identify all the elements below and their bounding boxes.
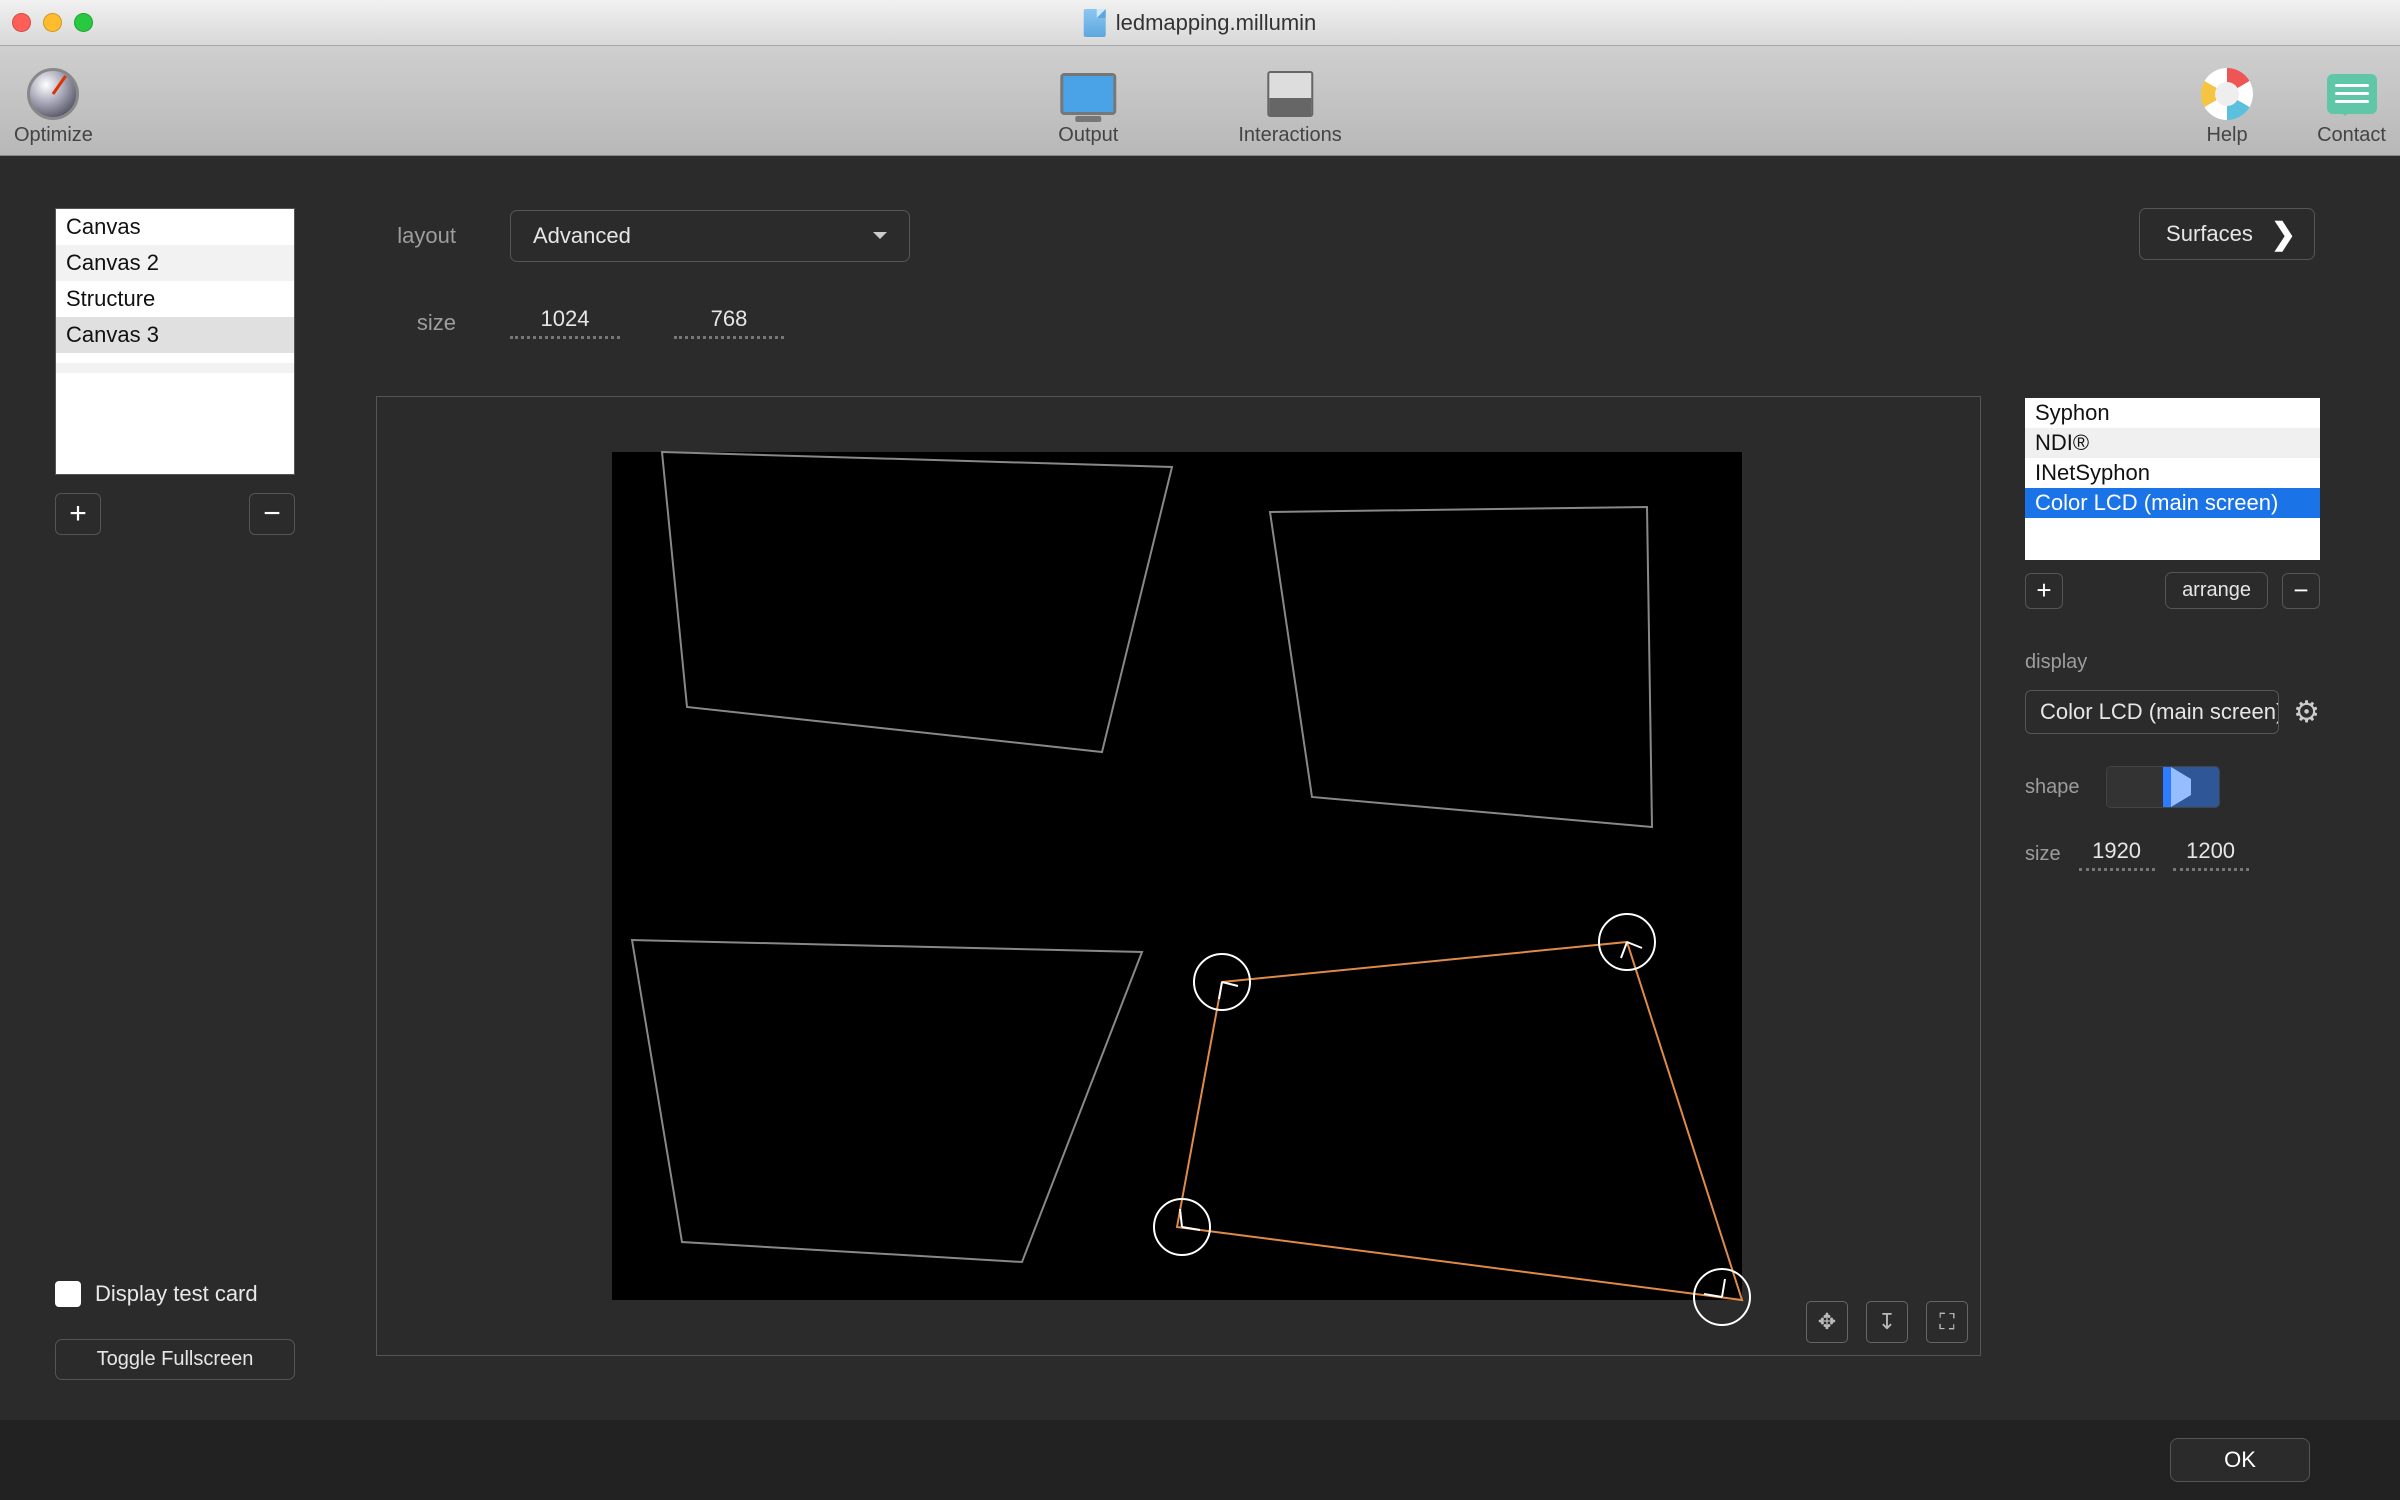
surface-shape[interactable] xyxy=(1270,507,1652,827)
canvas-list-item[interactable]: Canvas xyxy=(56,209,294,245)
canvas-height-input[interactable]: 768 xyxy=(674,306,784,339)
output-height-input[interactable]: 1200 xyxy=(2173,838,2249,871)
output-label: Output xyxy=(1058,124,1118,147)
canvas-list-empty-row xyxy=(56,363,294,373)
add-output-button[interactable]: + xyxy=(2025,573,2063,609)
left-bottom-controls: Display test card Toggle Fullscreen xyxy=(55,1281,295,1380)
move-tool-button[interactable]: ✥ xyxy=(1806,1301,1848,1343)
display-select-value: Color LCD (main screen) xyxy=(2040,699,2279,725)
interactions-button[interactable]: Interactions xyxy=(1238,68,1341,147)
zoom-window-icon[interactable] xyxy=(74,13,93,32)
output-list-item-selected[interactable]: Color LCD (main screen) xyxy=(2025,488,2320,518)
output-panel: Syphon NDI® INetSyphon Color LCD (main s… xyxy=(2025,398,2320,871)
output-list-item[interactable]: INetSyphon xyxy=(2025,458,2320,488)
canvas-sidebar: Canvas Canvas 2 Structure Canvas 3 + − xyxy=(55,208,295,535)
shape-rect-option[interactable] xyxy=(2107,767,2163,807)
canvas-list-item[interactable]: Structure xyxy=(56,281,294,317)
output-button[interactable]: Output xyxy=(1058,68,1118,147)
document-title-area: ledmapping.millumin xyxy=(1084,9,1317,37)
corners-icon: ⛶ xyxy=(1939,1309,1954,1335)
chevron-down-icon xyxy=(873,232,887,246)
canvas-list-item[interactable]: Canvas 2 xyxy=(56,245,294,281)
display-test-card-label: Display test card xyxy=(95,1281,258,1307)
gear-icon[interactable]: ⚙ xyxy=(2293,695,2320,730)
surface-shape[interactable] xyxy=(662,452,1172,752)
size-label: size xyxy=(376,310,456,336)
minimize-window-icon[interactable] xyxy=(43,13,62,32)
canvas-list[interactable]: Canvas Canvas 2 Structure Canvas 3 xyxy=(55,208,295,475)
output-list-item[interactable]: NDI® xyxy=(2025,428,2320,458)
shape-custom-option[interactable] xyxy=(2163,767,2219,807)
window-titlebar: ledmapping.millumin xyxy=(0,0,2400,46)
output-size-label: size xyxy=(2025,843,2061,866)
speech-bubble-icon xyxy=(2327,74,2377,114)
shape-label: shape xyxy=(2025,776,2080,799)
checkbox-icon xyxy=(55,1281,81,1307)
align-bottom-icon: ↧ xyxy=(1878,1309,1896,1335)
fullscreen-tool-button[interactable]: ⛶ xyxy=(1926,1301,1968,1343)
canvas-viewport: ✥ ↧ ⛶ xyxy=(376,396,1981,1356)
move-icon: ✥ xyxy=(1818,1309,1836,1335)
close-window-icon[interactable] xyxy=(12,13,31,32)
optimize-label: Optimize xyxy=(14,124,93,147)
corner-dir-icon xyxy=(1180,1209,1200,1230)
output-list-empty-row xyxy=(2025,518,2320,522)
canvas-width-input[interactable]: 1024 xyxy=(510,306,620,339)
footer-bar: OK xyxy=(0,1420,2400,1500)
contact-label: Contact xyxy=(2317,124,2386,147)
window-controls xyxy=(12,13,93,32)
output-list[interactable]: Syphon NDI® INetSyphon Color LCD (main s… xyxy=(2025,398,2320,560)
arrange-outputs-button[interactable]: arrange xyxy=(2165,572,2268,609)
canvas-settings: layout Advanced size 1024 768 xyxy=(376,210,910,339)
layout-select-value: Advanced xyxy=(533,223,631,249)
canvas-list-empty-row xyxy=(56,373,294,383)
layout-label: layout xyxy=(376,223,456,249)
display-test-card-checkbox[interactable]: Display test card xyxy=(55,1281,295,1307)
display-select[interactable]: Color LCD (main screen) xyxy=(2025,690,2279,734)
add-canvas-button[interactable]: + xyxy=(55,493,101,535)
main-panel: Canvas Canvas 2 Structure Canvas 3 + − D… xyxy=(0,156,2400,1420)
display-label: display xyxy=(2025,651,2320,674)
canvas-list-empty-row xyxy=(56,353,294,363)
align-tool-button[interactable]: ↧ xyxy=(1866,1301,1908,1343)
optimize-button[interactable]: Optimize xyxy=(14,68,93,147)
interactions-label: Interactions xyxy=(1238,124,1341,147)
canvas-tool-row: ✥ ↧ ⛶ xyxy=(1806,1301,1968,1343)
layout-select[interactable]: Advanced xyxy=(510,210,910,262)
main-toolbar: Optimize Output Interactions Help Contac… xyxy=(0,46,2400,156)
chevron-right-icon: ❯ xyxy=(2271,217,2296,252)
corner-dir-icon xyxy=(1219,982,1238,999)
play-icon xyxy=(2171,767,2219,807)
surfaces-button[interactable]: Surfaces ❯ xyxy=(2139,208,2315,260)
midi-keyboard-icon xyxy=(1267,71,1313,117)
monitor-icon xyxy=(1060,73,1116,115)
remove-output-button[interactable]: − xyxy=(2282,573,2320,609)
document-title: ledmapping.millumin xyxy=(1116,10,1317,36)
corner-dir-icon xyxy=(1704,1279,1725,1297)
ok-button[interactable]: OK xyxy=(2170,1438,2310,1482)
remove-canvas-button[interactable]: − xyxy=(249,493,295,535)
output-list-item[interactable]: Syphon xyxy=(2025,398,2320,428)
surfaces-label: Surfaces xyxy=(2166,221,2253,247)
toggle-fullscreen-button[interactable]: Toggle Fullscreen xyxy=(55,1339,295,1380)
document-icon xyxy=(1084,9,1106,37)
canvas-list-item-selected[interactable]: Canvas 3 xyxy=(56,317,294,353)
output-width-input[interactable]: 1920 xyxy=(2079,838,2155,871)
canvas-preview[interactable] xyxy=(612,452,1742,1300)
contact-button[interactable]: Contact xyxy=(2317,68,2386,147)
lifebuoy-icon xyxy=(2201,68,2253,120)
square-icon xyxy=(2107,767,2163,807)
surface-shape-selected[interactable] xyxy=(1177,942,1742,1300)
gauge-icon xyxy=(27,68,79,120)
surface-shape[interactable] xyxy=(632,940,1142,1262)
help-button[interactable]: Help xyxy=(2197,68,2257,147)
help-label: Help xyxy=(2206,124,2247,147)
shape-toggle[interactable] xyxy=(2106,766,2220,808)
